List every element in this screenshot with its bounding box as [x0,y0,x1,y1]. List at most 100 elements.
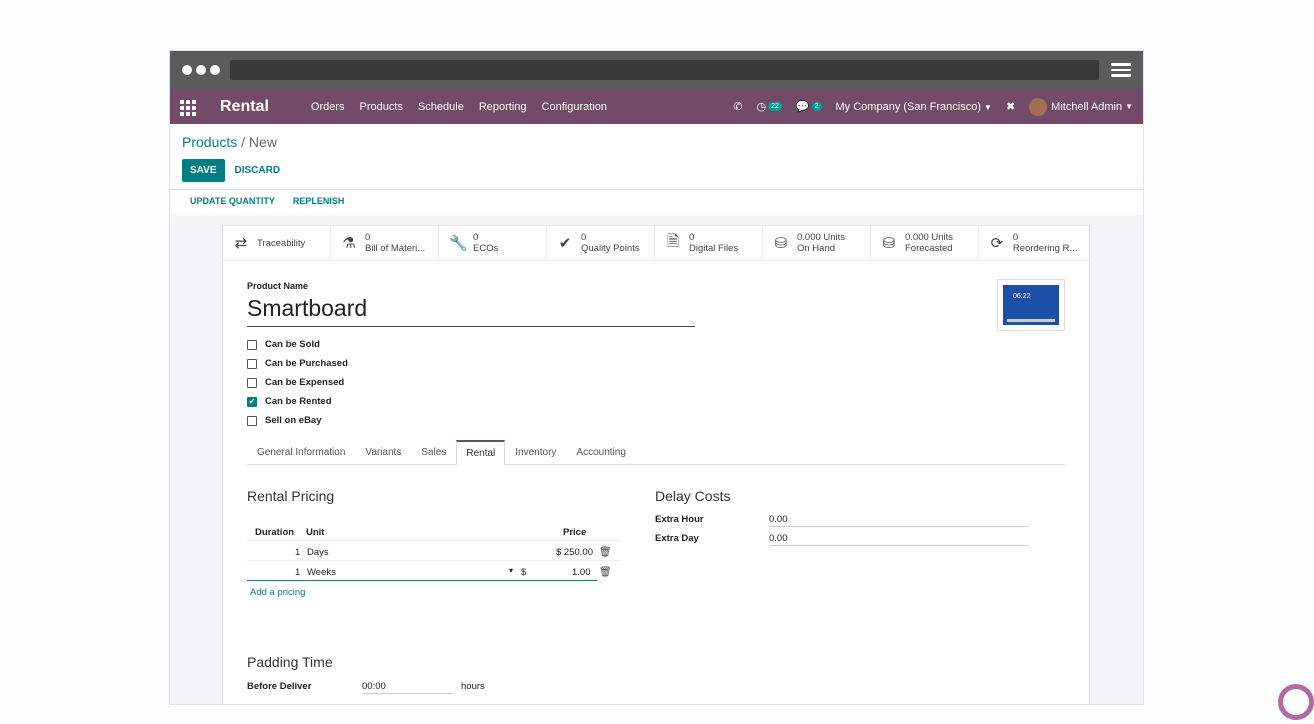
input-underline [769,526,1029,527]
smart-button-reordering[interactable]: ⟳ 0 Reordering R... [979,226,1087,260]
row-unit: Days [307,547,329,558]
window-dot[interactable] [182,65,192,75]
smart-buttons: ⇄ Traceability ⚗ 0 Bill of Materi... 🔧 0E… [223,226,1089,261]
smart-button-label: 0.000 Units Forecasted [905,232,954,254]
refresh-icon: ⟳ [990,235,1004,252]
menu-item-reporting[interactable]: Reporting [479,101,527,113]
smart-button-forecasted[interactable]: ⛁ 0.000 Units Forecasted [871,226,979,260]
title-area: Product Name Smartboard 06:22 Can be Sol… [223,261,1089,430]
cubes-icon: ⛁ [882,235,896,252]
checkbox-sell-on-ebay[interactable]: Sell on eBay [247,411,1065,430]
window-dot[interactable] [210,65,220,75]
checkbox-label: Can be Rented [265,396,332,407]
checkbox-can-be-purchased[interactable]: Can be Purchased [247,354,1065,373]
browser-window: Rental Orders Products Schedule Reportin… [170,51,1143,704]
form-sheet: ⇄ Traceability ⚗ 0 Bill of Materi... 🔧 0E… [222,225,1090,704]
row-currency: $ [521,567,527,578]
smart-button-ecos[interactable]: 🔧 0 ECOs [439,226,547,260]
menu-item-configuration[interactable]: Configuration [542,101,607,113]
checkbox-box-checked[interactable]: ✔ [247,396,257,407]
control-panel: Products / New SAVE DISCARD [170,124,1143,182]
menu-item-schedule[interactable]: Schedule [418,101,464,113]
caret-down-icon[interactable]: ▾ [509,566,513,575]
company-switcher[interactable]: My Company (San Francisco) ▼ [836,101,992,113]
smart-button-digital-files[interactable]: 🗎 0 Digital Files [655,226,763,260]
record-indicator-icon [1278,684,1314,720]
extra-day-input[interactable]: 0.00 [769,533,788,544]
row-duration-input[interactable]: 1 [295,567,300,578]
smart-button-quality-points[interactable]: ✔ 0 Quality Points [547,226,655,260]
main-menu: Orders Products Schedule Reporting Confi… [311,101,607,113]
save-button[interactable]: SAVE [182,159,225,182]
window-controls[interactable] [182,65,230,75]
before-deliver-input[interactable]: 00:00 [362,681,386,692]
smart-button-label: 0 Reordering R... [1012,232,1077,254]
product-image[interactable]: 06:22 [997,279,1065,331]
checkbox-can-be-rented[interactable]: ✔ Can be Rented [247,392,1065,411]
extra-hour-input[interactable]: 0.00 [769,514,788,525]
breadcrumb-products[interactable]: Products [182,134,237,150]
smart-button-label: Traceability [257,237,306,249]
product-options: Can be Sold Can be Purchased Can be Expe… [247,335,1065,430]
checkbox-can-be-sold[interactable]: Can be Sold [247,335,1065,354]
product-name-label: Product Name [247,281,309,291]
top-navbar: Rental Orders Products Schedule Reportin… [170,89,1143,124]
user-menu[interactable]: Mitchell Admin ▼ [1029,97,1133,116]
col-price: Price [563,527,587,538]
padding-time-title: Padding Time [247,654,333,670]
activity-icon[interactable]: ◷ 22 [757,100,782,113]
tab-sales[interactable]: Sales [411,440,456,464]
tab-accounting[interactable]: Accounting [566,440,635,464]
tab-rental[interactable]: Rental [456,440,506,465]
active-row-underline [247,580,597,581]
row-divider [247,540,621,541]
status-bar: UPDATE QUANTITY REPLENISH [170,190,1143,212]
checkbox-box[interactable] [247,339,257,350]
replenish-button[interactable]: REPLENISH [293,196,345,206]
smart-button-on-hand[interactable]: ⛁ 0.000 Units On Hand [763,226,871,260]
chat-icon[interactable]: 💬 2 [796,100,822,113]
checkbox-box[interactable] [247,358,257,369]
update-quantity-button[interactable]: UPDATE QUANTITY [190,196,275,206]
browser-menu-icon[interactable] [1111,63,1131,77]
app-name[interactable]: Rental [220,98,269,116]
row-price: $ 250.00 [556,547,593,558]
file-icon: 🗎 [666,232,680,250]
row-price-input[interactable]: 1.00 [572,567,591,578]
smart-button-bom[interactable]: ⚗ 0 Bill of Materi... [331,226,439,260]
row-divider [247,560,621,561]
checkbox-box[interactable] [247,415,257,426]
tab-general-information[interactable]: General Information [247,440,355,464]
breadcrumb-current: New [248,134,277,150]
tab-variants[interactable]: Variants [355,440,411,464]
menu-item-products[interactable]: Products [360,101,403,113]
arrows-swap-icon: ⇄ [234,235,248,252]
col-unit: Unit [306,527,325,538]
trash-icon[interactable]: 🗑 [599,547,612,558]
smart-button-label: 0 Quality Points [581,232,640,254]
trash-icon[interactable]: 🗑 [599,567,612,578]
apps-grid-icon[interactable] [180,99,196,116]
checkbox-label: Can be Expensed [265,377,345,388]
before-deliver-label: Before Deliver [247,681,312,692]
col-duration: Duration [255,527,295,538]
flask-icon: ⚗ [342,235,356,252]
check-icon: ✔ [558,235,572,252]
tab-inventory[interactable]: Inventory [505,440,566,464]
checkbox-can-be-expensed[interactable]: Can be Expensed [247,373,1065,392]
product-name-input[interactable]: Smartboard [247,295,695,327]
checkbox-box[interactable] [247,377,257,388]
menu-item-orders[interactable]: Orders [311,101,345,113]
discard-button[interactable]: DISCARD [235,165,281,176]
address-bar[interactable] [230,60,1099,80]
row-unit-select[interactable]: Weeks [307,567,336,578]
debug-icon[interactable]: ✖ [1006,100,1015,113]
window-dot[interactable] [196,65,206,75]
browser-chrome [170,51,1143,89]
add-pricing-link[interactable]: Add a pricing [250,587,305,598]
smart-button-traceability[interactable]: ⇄ Traceability [223,226,331,260]
input-underline [769,545,1029,546]
smartboard-image: 06:22 [1003,285,1059,325]
checkbox-label: Sell on eBay [265,415,322,426]
phone-icon[interactable]: ✆ [733,100,742,113]
